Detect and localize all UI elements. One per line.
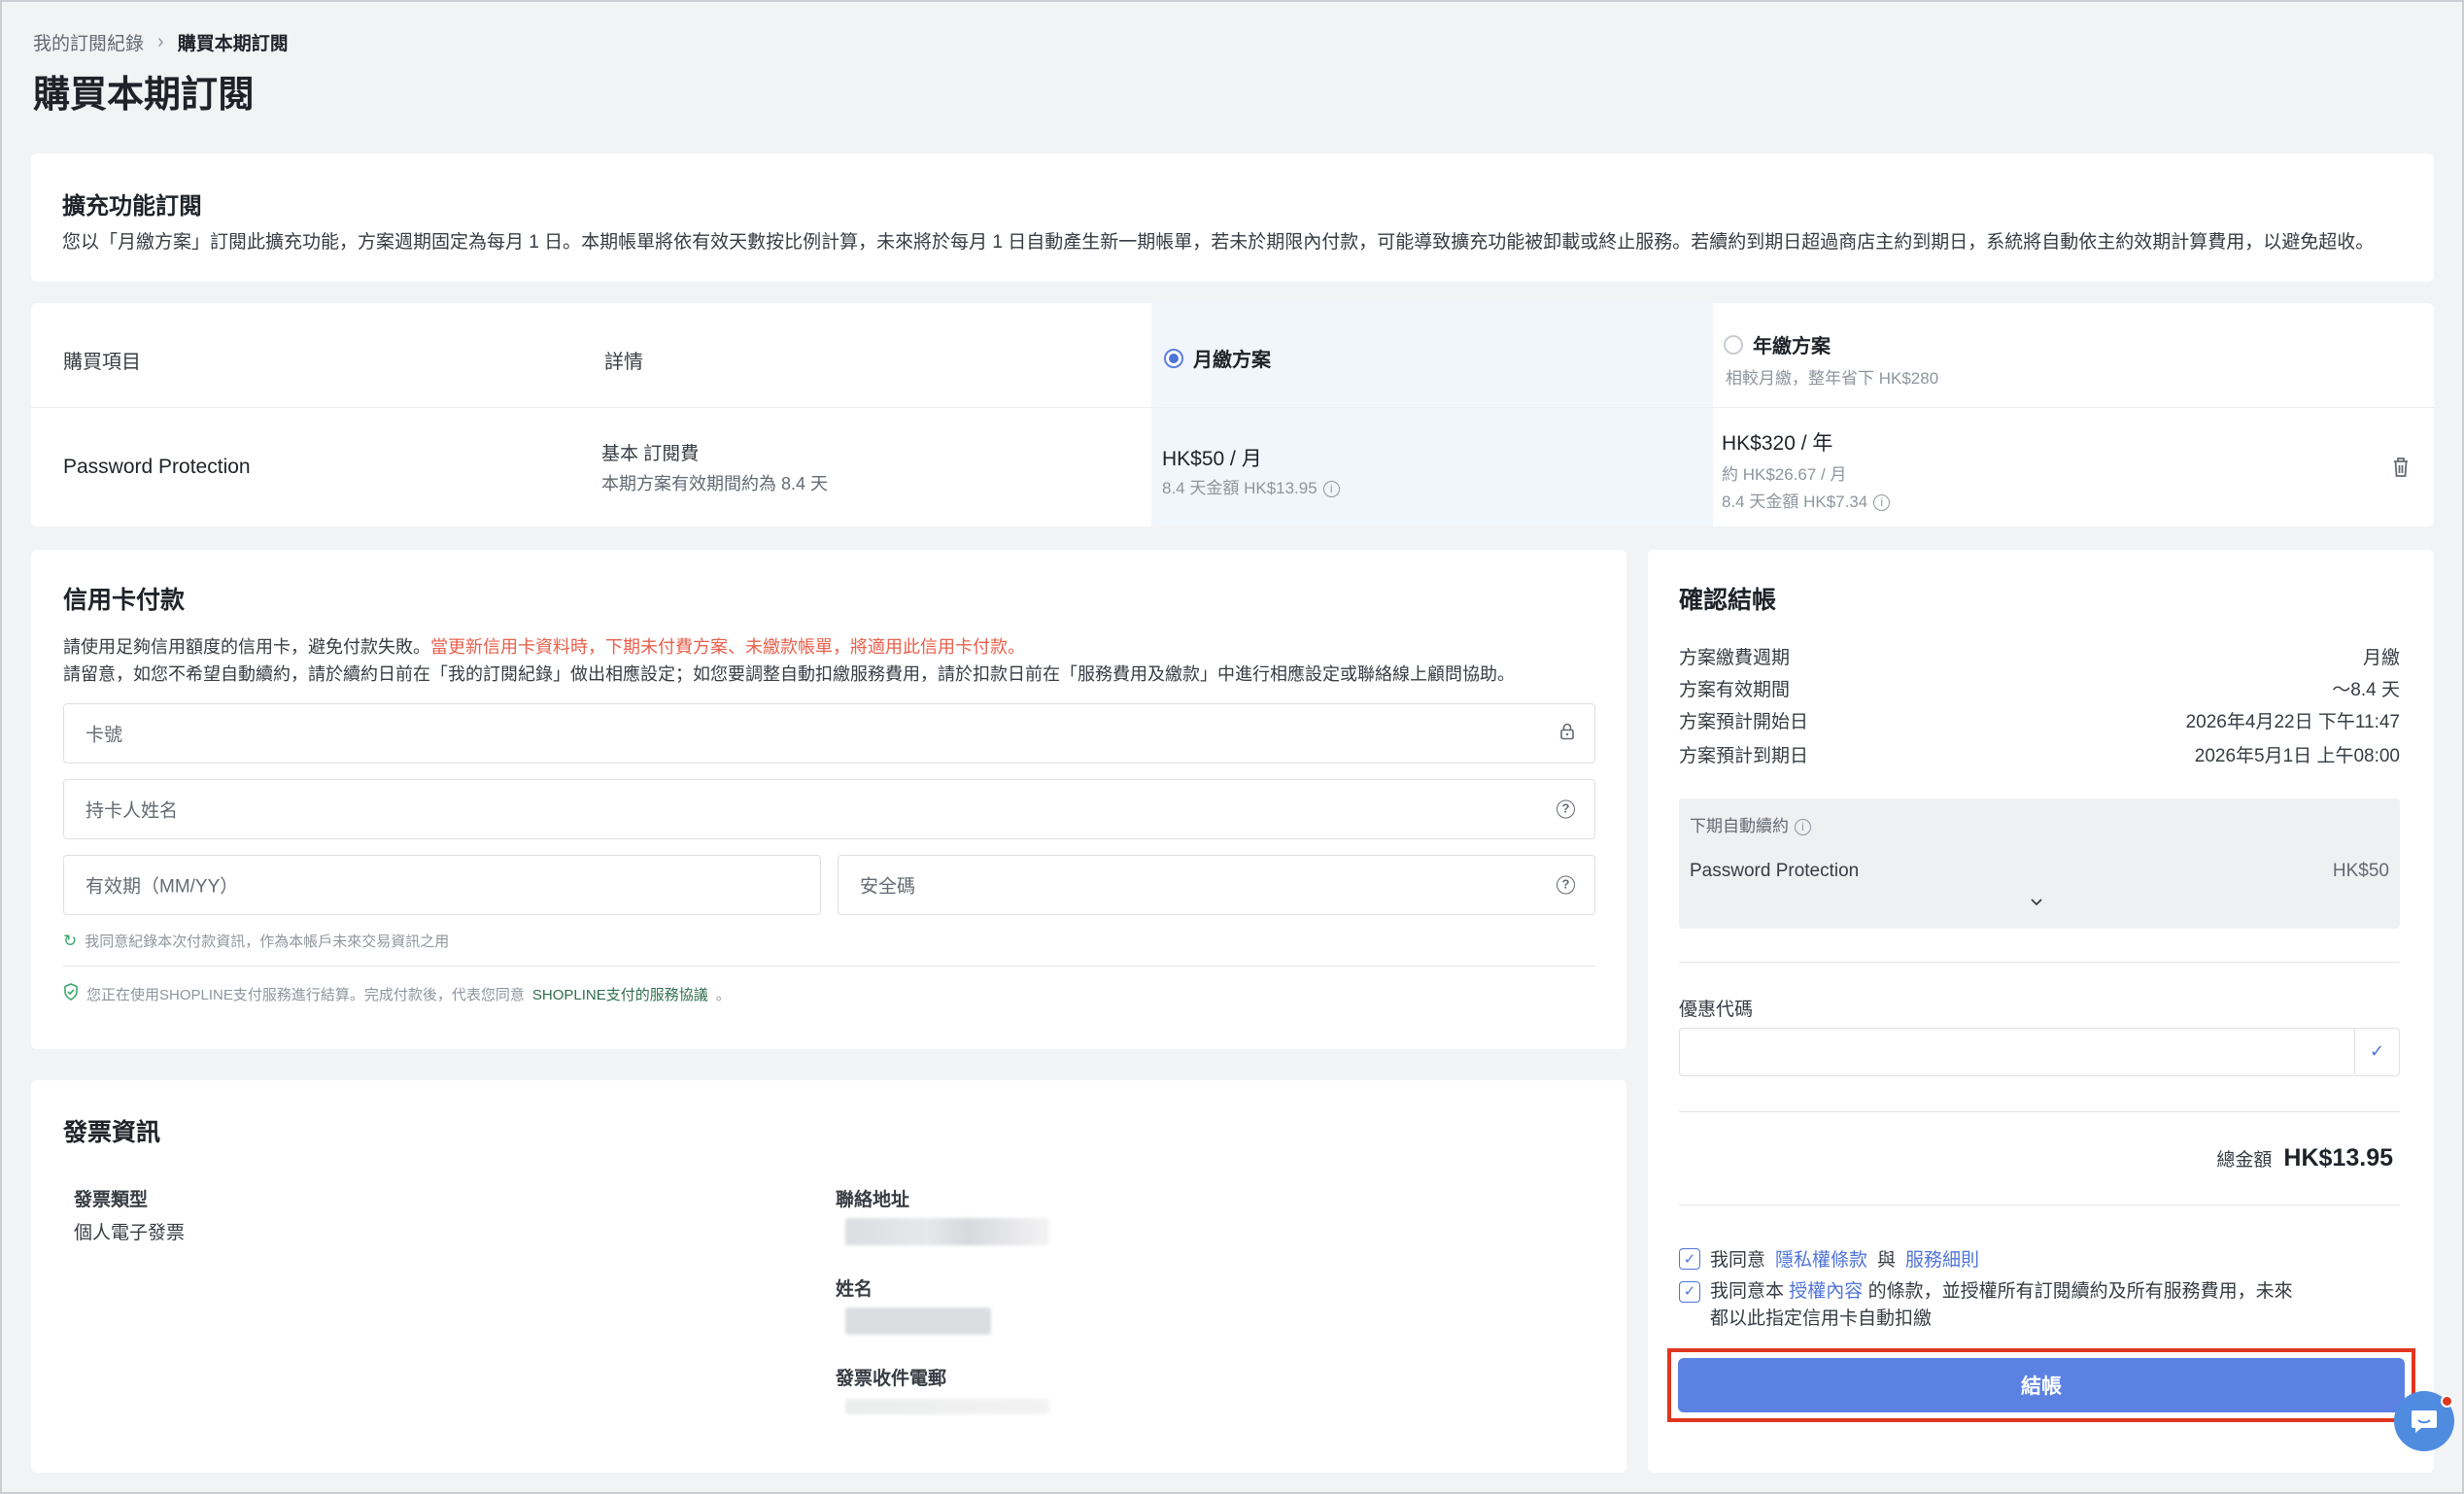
intro-description: 您以「月繳方案」訂閱此擴充功能，方案週期固定為每月 1 日。本期帳單將依有效天數…	[62, 232, 2375, 253]
card-number-field[interactable]: 卡號	[63, 703, 1595, 764]
monthly-price: HK$50 / 月	[1162, 448, 1262, 470]
shopline-agreement-link[interactable]: SHOPLINE支付的服務協議	[532, 984, 708, 1004]
terms-of-service-link[interactable]: 服務細則	[1905, 1245, 1979, 1272]
total-label: 總金額	[2216, 1150, 2273, 1171]
invoice-card: 發票資訊 發票類型 個人電子發票 聯絡地址 姓名 發票收件電郵	[31, 1080, 1626, 1473]
chevron-right-icon: ›	[157, 31, 164, 52]
agree-authorization-checkbox[interactable]: ✓	[1679, 1281, 1700, 1303]
total-row: 總金額 HK$13.95	[2216, 1144, 2393, 1172]
summary-card: 確認結帳 方案繳費週期 月繳 方案有效期間 ～8.4 天 方案預計開始日 202…	[1648, 550, 2434, 1473]
authorization-link[interactable]: 授權內容	[1789, 1281, 1863, 1302]
coupon-label: 優惠代碼	[1679, 1000, 1754, 1020]
check-icon[interactable]: ✓	[2354, 1029, 2399, 1074]
payment-note-line1: 請使用足夠信用額度的信用卡，避免付款失敗。當更新信用卡資料時，下期未付費方案、未…	[63, 637, 1025, 657]
payment-title: 信用卡付款	[63, 587, 186, 614]
notification-dot	[2441, 1395, 2453, 1408]
monthly-sub: 8.4 天金額 HK$13.95 i	[1162, 474, 1340, 498]
breadcrumb-parent-link[interactable]: 我的訂閱紀錄	[33, 29, 144, 55]
checkout-button[interactable]: 結帳	[1678, 1358, 2405, 1412]
coupon-input[interactable]: ✓	[1679, 1028, 2400, 1076]
help-icon[interactable]: ?	[1557, 799, 1575, 819]
divider	[1679, 962, 2400, 963]
yearly-plan-note: 相較月繳，整年省下 HK$280	[1726, 369, 1939, 388]
name-value-redacted	[845, 1307, 991, 1335]
address-value-redacted	[845, 1218, 1049, 1245]
yearly-sub-monthly: 約 HK$26.67 / 月	[1722, 465, 1847, 484]
plan-table: 購買項目 詳情 月繳方案 年繳方案 相較月繳，整年省下 HK$280 Passw…	[31, 303, 2434, 526]
trash-icon[interactable]	[2392, 457, 2410, 483]
renewal-item: Password Protection	[1690, 861, 1860, 881]
row-detail-sub: 本期方案有效期間約為 8.4 天	[601, 474, 829, 493]
summary-row: 方案有效期間 ～8.4 天	[1679, 680, 2400, 700]
radio-selected-icon[interactable]	[1164, 348, 1183, 368]
summary-title: 確認結帳	[1679, 587, 1777, 614]
header-item: 購買項目	[63, 352, 141, 373]
refresh-icon: ↻	[63, 931, 78, 950]
payment-warning: 當更新信用卡資料時，下期未付費方案、未繳款帳單，將適用此信用卡付款。	[430, 637, 1025, 657]
agree-privacy-checkbox[interactable]: ✓	[1679, 1247, 1700, 1270]
privacy-policy-link[interactable]: 隱私權條款	[1775, 1245, 1867, 1272]
address-label: 聯絡地址	[836, 1190, 910, 1210]
invoice-type-label: 發票類型	[74, 1190, 149, 1210]
email-label: 發票收件電郵	[836, 1369, 947, 1389]
invoice-title: 發票資訊	[63, 1119, 161, 1146]
radio-unselected-icon[interactable]	[1724, 334, 1743, 355]
divider	[1679, 1111, 2400, 1112]
summary-row: 方案繳費週期 月繳	[1679, 648, 2400, 668]
yearly-plan-label: 年繳方案	[1753, 336, 1831, 357]
renewal-label: 下期自動續約 i	[1690, 812, 1811, 836]
info-icon[interactable]: i	[1322, 481, 1340, 498]
yearly-price: HK$320 / 年	[1722, 432, 1833, 455]
summary-row: 方案預計到期日 2026年5月1日 上午08:00	[1679, 746, 2400, 766]
shield-check-icon	[63, 983, 79, 1005]
page-title: 購買本期訂閱	[33, 75, 256, 116]
breadcrumb: 我的訂閱紀錄 › 購買本期訂閱	[33, 29, 289, 55]
remember-card-note[interactable]: ↻ 我同意紀錄本次付款資訊，作為本帳戶未來交易資訊之用	[63, 931, 449, 951]
security-code-field[interactable]: 安全碼 ?	[838, 855, 1595, 915]
payment-note-line2: 請留意，如您不希望自動續約，請於續約日前在「我的訂閱紀錄」做出相應設定；如您要調…	[63, 664, 1515, 684]
payment-card: 信用卡付款 請使用足夠信用額度的信用卡，避免付款失敗。當更新信用卡資料時，下期未…	[31, 550, 1626, 1049]
row-item-name: Password Protection	[63, 456, 251, 478]
info-icon[interactable]: i	[1795, 819, 1811, 836]
monthly-plan-label: 月繳方案	[1193, 350, 1271, 371]
invoice-type-value: 個人電子發票	[74, 1223, 186, 1243]
total-value: HK$13.95	[2283, 1144, 2393, 1171]
yearly-plan-option[interactable]: 年繳方案 相較月繳，整年省下 HK$280	[1724, 330, 1938, 389]
name-label: 姓名	[836, 1279, 873, 1300]
lock-icon	[1559, 723, 1575, 745]
summary-rows: 方案繳費週期 月繳 方案有效期間 ～8.4 天 方案預計開始日 2026年4月2…	[1679, 643, 2400, 773]
header-detail: 詳情	[604, 352, 643, 373]
monthly-plan-option[interactable]: 月繳方案	[1164, 344, 1271, 372]
divider	[63, 966, 1595, 967]
shopline-note: 您正在使用SHOPLINE支付服務進行結算。完成付款後，代表您同意 SHOPLIN…	[63, 983, 731, 1005]
renewal-box: 下期自動續約 i Password Protection HK$50	[1679, 798, 2400, 929]
agree-privacy-row: ✓ 我同意 隱私權條款 與 服務細則	[1679, 1245, 1979, 1272]
expiry-field[interactable]: 有效期（MM/YY）	[63, 855, 821, 915]
renewal-price: HK$50	[2332, 861, 2389, 881]
row-detail-title: 基本 訂閱費	[601, 444, 700, 464]
info-icon[interactable]: i	[1873, 494, 1891, 512]
cardholder-name-field[interactable]: 持卡人姓名 ?	[63, 779, 1595, 839]
breadcrumb-current: 購買本期訂閱	[177, 34, 289, 54]
chevron-down-icon[interactable]	[2029, 896, 2044, 913]
agree-authorization-row: ✓ 我同意本 授權內容 的條款，並授權所有訂閱續約及所有服務費用，未來 都以此指…	[1679, 1278, 2293, 1333]
intro-card: 擴充功能訂閱 您以「月繳方案」訂閱此擴充功能，方案週期固定為每月 1 日。本期帳…	[31, 153, 2434, 282]
help-icon[interactable]: ?	[1557, 875, 1575, 895]
intro-title: 擴充功能訂閱	[62, 193, 202, 220]
summary-row: 方案預計開始日 2026年4月22日 下午11:47	[1679, 712, 2400, 732]
email-value-redacted	[845, 1399, 1049, 1414]
row-divider	[31, 407, 2434, 408]
yearly-sub-amount: 8.4 天金額 HK$7.34 i	[1722, 488, 1891, 512]
